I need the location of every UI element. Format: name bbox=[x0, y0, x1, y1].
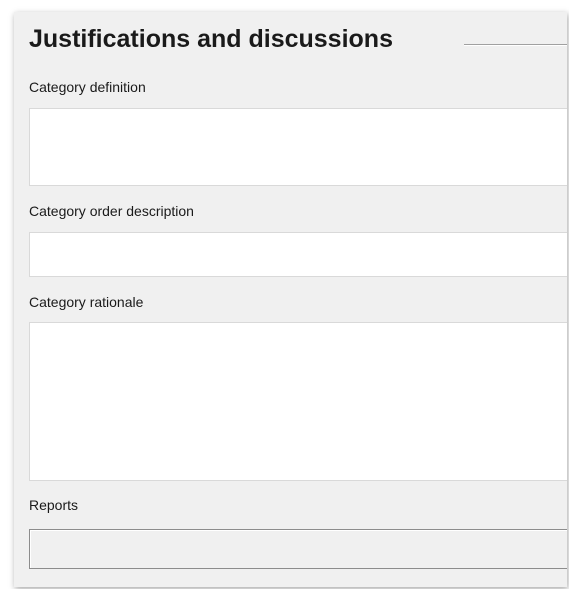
reports-field bbox=[29, 529, 567, 569]
category-order-description-label: Category order description bbox=[29, 203, 194, 219]
reports-label: Reports bbox=[29, 497, 79, 513]
category-rationale-field[interactable] bbox=[29, 322, 567, 481]
section-divider bbox=[464, 44, 567, 46]
section-title: Justifications and discussions bbox=[29, 25, 393, 53]
category-order-description-field[interactable] bbox=[29, 232, 567, 277]
category-rationale-label: Category rationale bbox=[29, 294, 144, 310]
justifications-panel: Justifications and discussions Category … bbox=[14, 12, 567, 587]
category-definition-label: Category definition bbox=[29, 79, 146, 95]
category-definition-field[interactable] bbox=[29, 108, 567, 186]
section-header: Justifications and discussions bbox=[14, 22, 567, 56]
